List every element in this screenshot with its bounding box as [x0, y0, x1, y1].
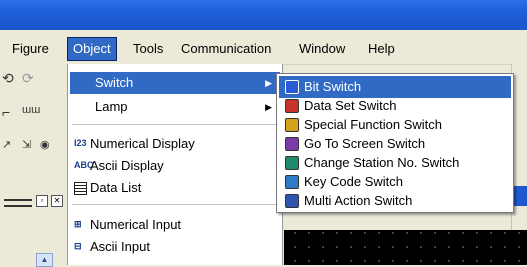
multi-action-switch-icon	[285, 194, 299, 208]
menu-divider	[72, 124, 278, 125]
menu-help[interactable]: Help	[363, 38, 400, 60]
menu-tools[interactable]: Tools	[128, 38, 168, 60]
switch-submenu: Bit Switch Data Set Switch Special Funct…	[276, 73, 514, 213]
submenu-arrow-icon: ▶	[265, 102, 272, 112]
object-menu-item-ascii-input[interactable]: ⊟ Ascii Input	[70, 236, 280, 258]
bracket-icon[interactable]: ⌐	[2, 104, 10, 120]
bit-switch-icon	[285, 80, 299, 94]
data-set-switch-icon	[285, 99, 299, 113]
select-tool-icon[interactable]: ⇲	[22, 138, 31, 151]
submenu-arrow-icon: ▶	[265, 78, 272, 88]
object-menu-item-lamp[interactable]: Lamp ▶	[70, 96, 280, 118]
rotate-right-icon[interactable]: ⟳	[22, 70, 34, 87]
grid-icon	[74, 182, 87, 195]
switch-submenu-item-multi-action-switch[interactable]: Multi Action Switch	[279, 190, 511, 212]
menu-divider	[72, 204, 278, 205]
object-menu: Switch ▶ Lamp ▶ I23 Numerical Display AB…	[67, 64, 283, 265]
menu-object[interactable]: Object	[67, 37, 117, 61]
grip-icon	[4, 199, 32, 207]
rotate-left-icon[interactable]: ⟲	[2, 70, 14, 87]
change-station-switch-icon	[285, 156, 299, 170]
object-menu-item-switch[interactable]: Switch ▶	[70, 72, 280, 94]
close-icon[interactable]: ✕	[51, 195, 63, 207]
ascii-input-icon: ⊟	[74, 241, 82, 251]
object-menu-item-numerical-display[interactable]: I23 Numerical Display	[70, 133, 280, 155]
wave-icon[interactable]: ɯɯ	[22, 104, 40, 116]
abc-icon: ABC	[74, 160, 94, 170]
cursor-edit-icon[interactable]: ↗	[2, 138, 11, 151]
menu-communication[interactable]: Communication	[176, 38, 276, 60]
menu-figure[interactable]: Figure	[7, 38, 54, 60]
object-menu-item-ascii-display[interactable]: ABC Ascii Display	[70, 155, 280, 177]
pointer-tool-icon[interactable]: ◉	[40, 138, 50, 151]
object-menu-item-numerical-input[interactable]: ⊞ Numerical Input	[70, 214, 280, 236]
menu-window[interactable]: Window	[294, 38, 350, 60]
go-to-screen-switch-icon	[285, 137, 299, 151]
key-code-switch-icon	[285, 175, 299, 189]
object-menu-item-data-list[interactable]: Data List	[70, 177, 280, 199]
screen-canvas[interactable]	[284, 230, 527, 265]
minimize-icon[interactable]: ▫	[36, 195, 48, 207]
special-function-switch-icon	[285, 118, 299, 132]
numeric-input-icon: ⊞	[74, 219, 82, 229]
menu-bar: Figure Object Tools Communication Window…	[0, 30, 527, 65]
123-icon: I23	[74, 138, 87, 148]
title-bar	[0, 0, 527, 30]
